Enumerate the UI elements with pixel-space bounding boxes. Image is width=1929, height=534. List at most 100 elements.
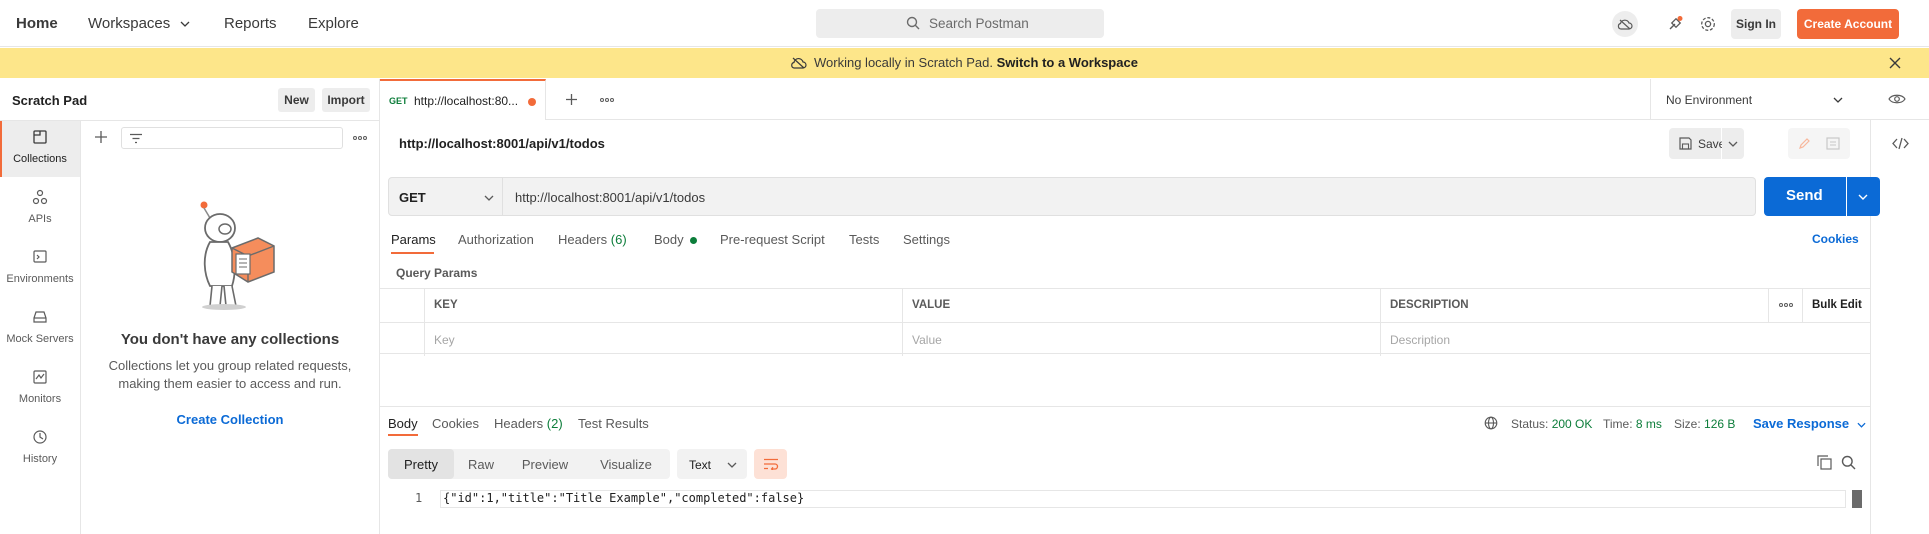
nav-reports[interactable]: Reports: [224, 15, 277, 32]
astronaut-illustration-icon: [200, 201, 275, 310]
response-status: Status: 200 OK: [1511, 417, 1592, 431]
tab-title: http://localhost:80...: [414, 94, 519, 108]
response-view-toggle: Pretty Raw Preview Visualize: [388, 449, 670, 479]
save-response-button[interactable]: Save Response: [1753, 416, 1866, 431]
response-tab-headers[interactable]: Headers (2): [494, 416, 563, 431]
edit-pencil-icon[interactable]: [1798, 137, 1811, 150]
view-pretty-button[interactable]: Pretty: [388, 449, 454, 479]
nav-explore[interactable]: Explore: [308, 15, 359, 32]
table-header-row: KEY VALUE DESCRIPTION Bulk Edit: [380, 289, 1870, 322]
method-select[interactable]: GET: [388, 177, 503, 216]
monitors-icon: [33, 370, 47, 384]
value-column-header: VALUE: [902, 289, 1380, 322]
editor-scrollbar-marker[interactable]: [1852, 490, 1862, 508]
view-raw-button[interactable]: Raw: [454, 449, 508, 479]
sidebar-item-apis[interactable]: APIs: [0, 181, 80, 237]
plus-icon[interactable]: [94, 130, 108, 144]
copy-icon[interactable]: [1817, 455, 1832, 470]
sidebar-item-environments[interactable]: Environments: [0, 241, 80, 297]
filter-input[interactable]: [121, 127, 343, 149]
view-preview-button[interactable]: Preview: [508, 449, 582, 479]
view-visualize-button[interactable]: Visualize: [582, 449, 670, 479]
description-header-text: DESCRIPTION: [1390, 299, 1469, 311]
satellite-icon[interactable]: [1662, 11, 1688, 37]
response-divider[interactable]: [380, 406, 1870, 407]
bulk-edit-button[interactable]: Bulk Edit: [1802, 289, 1870, 322]
tab-params[interactable]: Params: [391, 232, 436, 247]
search-placeholder: Search Postman: [929, 16, 1029, 31]
response-tab-test-results[interactable]: Test Results: [578, 416, 649, 431]
import-button[interactable]: Import: [322, 88, 370, 112]
tab-authorization[interactable]: Authorization: [458, 232, 534, 247]
table-more-options[interactable]: [1768, 289, 1802, 322]
tab-overflow-icon[interactable]: [600, 98, 614, 102]
save-options-button[interactable]: [1722, 128, 1744, 159]
chevron-down-icon: [1857, 422, 1866, 428]
key-header-text: KEY: [434, 299, 458, 311]
empty-state-description: Collections let you group related reques…: [108, 358, 352, 391]
sidebar-label-mock-servers: Mock Servers: [6, 333, 74, 345]
nav-home[interactable]: Home: [16, 15, 58, 32]
sync-status-icon[interactable]: [1612, 11, 1638, 37]
description-input[interactable]: Description: [1380, 323, 1870, 356]
key-placeholder: Key: [434, 333, 455, 347]
sidebar-item-history[interactable]: History: [0, 421, 80, 477]
tab-pre-request-script[interactable]: Pre-request Script: [720, 232, 825, 247]
sidebar-item-monitors[interactable]: Monitors: [0, 361, 80, 417]
nav-workspaces[interactable]: Workspaces: [88, 15, 190, 32]
create-account-button[interactable]: Create Account: [1797, 9, 1899, 39]
status-value: 200 OK: [1551, 417, 1593, 431]
nav-workspaces-label: Workspaces: [88, 15, 171, 32]
sidebar-item-mock-servers[interactable]: Mock Servers: [0, 301, 80, 357]
new-button[interactable]: New: [278, 88, 315, 112]
response-tab-body[interactable]: Body: [388, 416, 418, 431]
cookies-link[interactable]: Cookies: [1812, 232, 1859, 246]
close-icon[interactable]: [1889, 57, 1901, 69]
empty-state-title: You don't have any collections: [120, 331, 340, 348]
tab-tests[interactable]: Tests: [849, 232, 879, 247]
documentation-icon[interactable]: [1826, 137, 1840, 150]
network-globe-icon[interactable]: [1484, 416, 1498, 430]
row-checkbox-cell: [380, 323, 424, 356]
save-icon: [1679, 137, 1692, 150]
environment-select[interactable]: No Environment: [1650, 79, 1850, 120]
top-navigation: Home Workspaces Reports Explore Search P…: [0, 0, 1929, 47]
send-button[interactable]: Send: [1764, 177, 1846, 216]
table-row: Key Value Description: [380, 322, 1870, 356]
save-button[interactable]: Save: [1669, 128, 1725, 159]
query-params-table: KEY VALUE DESCRIPTION Bulk Edit Key Valu…: [380, 288, 1870, 356]
response-body-text: {"id":1,"title":"Title Example","complet…: [443, 491, 805, 505]
params-active-underline: [391, 252, 434, 254]
sign-in-button[interactable]: Sign In: [1731, 9, 1781, 39]
send-options-button[interactable]: [1847, 177, 1880, 216]
more-options-icon[interactable]: [353, 136, 367, 140]
response-body-editor[interactable]: 1 {"id":1,"title":"Title Example","compl…: [388, 490, 1852, 508]
chevron-down-icon: [1728, 141, 1738, 147]
chevron-down-icon: [484, 195, 494, 201]
time-value: 8 ms: [1635, 417, 1662, 431]
sidebar-label-collections: Collections: [13, 153, 67, 165]
new-tab-plus-icon[interactable]: [565, 93, 578, 106]
create-collection-link[interactable]: Create Collection: [81, 412, 379, 427]
search-input[interactable]: Search Postman: [816, 9, 1104, 38]
collections-icon: [33, 130, 47, 144]
switch-workspace-link[interactable]: Switch to a Workspace: [997, 55, 1138, 70]
settings-gear-icon[interactable]: [1695, 11, 1721, 37]
wrap-lines-button[interactable]: [754, 449, 787, 479]
response-headers-label: Headers: [494, 416, 544, 431]
more-options-icon: [1779, 303, 1793, 307]
tab-settings[interactable]: Settings: [903, 232, 950, 247]
request-tab[interactable]: GET http://localhost:80...: [380, 79, 546, 120]
description-placeholder: Description: [1390, 333, 1451, 347]
format-select[interactable]: Text: [677, 449, 747, 479]
key-input[interactable]: Key: [424, 323, 902, 356]
environment-quick-look-eye-icon[interactable]: [1888, 93, 1906, 105]
search-icon[interactable]: [1841, 455, 1856, 470]
response-tab-cookies[interactable]: Cookies: [432, 416, 479, 431]
tab-body[interactable]: Body: [654, 232, 698, 247]
sidebar-item-collections[interactable]: Collections: [0, 121, 80, 177]
url-input[interactable]: http://localhost:8001/api/v1/todos: [503, 177, 1756, 216]
code-snippet-icon[interactable]: [1892, 137, 1909, 150]
tab-headers[interactable]: Headers (6): [558, 232, 627, 247]
value-input[interactable]: Value: [902, 323, 1380, 356]
